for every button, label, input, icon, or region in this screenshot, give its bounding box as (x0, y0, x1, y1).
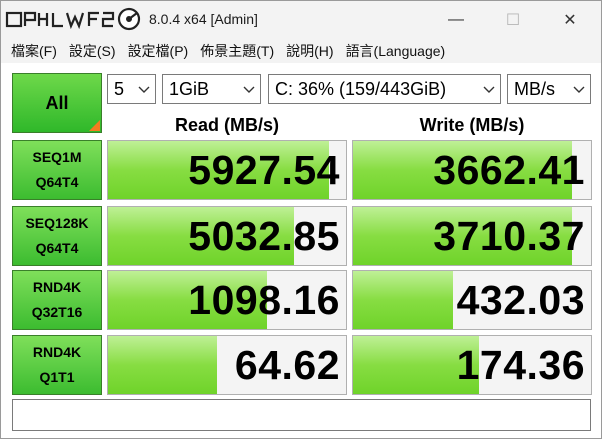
read-result-value: 5032.85 (188, 212, 340, 259)
read-result-value: 1098.16 (188, 276, 340, 323)
maximize-icon: ☐ (505, 12, 521, 29)
app-window: 8.0.4 x64 [Admin] — ☐ ✕ 檔案(F) 設定(S) 設定檔(… (0, 0, 602, 439)
test-size-select[interactable]: 1GiB (162, 74, 261, 104)
seq128k-q64t4-button[interactable]: SEQ128K Q64T4 (12, 206, 102, 266)
minimize-icon: — (448, 11, 464, 28)
row-label-line1: SEQ128K (25, 215, 89, 231)
write-result-value: 3662.41 (433, 146, 585, 193)
app-logo (5, 7, 141, 31)
drive-value: C: 36% (159/443GiB) (275, 78, 447, 99)
test-size-value: 1GiB (169, 78, 210, 99)
write-result-cell: 432.03 (352, 270, 592, 330)
menu-settings[interactable]: 設定(S) (63, 41, 122, 61)
write-result-value: 3710.37 (433, 212, 585, 259)
row-label-line2: Q64T4 (35, 174, 79, 190)
comment-input[interactable] (12, 399, 591, 431)
write-result-cell: 3710.37 (352, 206, 592, 266)
read-result-cell: 1098.16 (107, 270, 347, 330)
row-label-line1: RND4K (32, 279, 82, 295)
close-icon: ✕ (563, 12, 577, 29)
chevron-down-icon (138, 86, 150, 93)
read-column-header: Read (MB/s) (174, 114, 279, 135)
chevron-down-icon (483, 86, 495, 93)
menu-profile[interactable]: 設定檔(P) (122, 41, 195, 61)
corner-marker-icon (89, 120, 100, 131)
seq1m-q64t4-button[interactable]: SEQ1M Q64T4 (12, 140, 102, 200)
menu-file[interactable]: 檔案(F) (5, 41, 63, 61)
menu-theme[interactable]: 佈景主題(T) (194, 41, 280, 61)
drive-select[interactable]: C: 36% (159/443GiB) (268, 74, 501, 104)
read-result-value: 64.62 (234, 341, 340, 388)
test-count-select[interactable]: 5 (107, 74, 156, 104)
benchmark-panel: All 5 1GiB C: 36% (159/443GiB) MB/s Read… (1, 63, 601, 438)
all-button[interactable]: All (12, 73, 102, 133)
unit-value: MB/s (514, 78, 556, 99)
test-count-value: 5 (114, 78, 125, 99)
row-label-line2: Q1T1 (39, 369, 75, 385)
read-result-cell: 5927.54 (107, 140, 347, 200)
read-level-bar (108, 336, 218, 394)
maximize-button[interactable]: ☐ (490, 5, 536, 35)
menu-bar: 檔案(F) 設定(S) 設定檔(P) 佈景主題(T) 說明(H) 語言(Lang… (1, 39, 601, 63)
write-result-value: 174.36 (456, 341, 585, 388)
write-result-cell: 174.36 (352, 335, 592, 395)
title-bar: 8.0.4 x64 [Admin] — ☐ ✕ (1, 1, 601, 39)
write-result-value: 432.03 (456, 276, 585, 323)
read-result-value: 5927.54 (188, 146, 340, 193)
menu-help[interactable]: 說明(H) (280, 41, 339, 61)
read-result-cell: 64.62 (107, 335, 347, 395)
window-title: 8.0.4 x64 [Admin] (149, 11, 258, 27)
row-label-line1: RND4K (32, 344, 82, 360)
rnd4k-q32t16-button[interactable]: RND4K Q32T16 (12, 270, 102, 330)
unit-select[interactable]: MB/s (507, 74, 591, 104)
minimize-button[interactable]: — (433, 5, 479, 35)
menu-language[interactable]: 語言(Language) (340, 41, 452, 61)
row-label-line2: Q64T4 (35, 240, 79, 256)
write-result-cell: 3662.41 (352, 140, 592, 200)
all-button-label: All (45, 92, 69, 113)
row-label-line2: Q32T16 (31, 304, 83, 320)
row-label-line1: SEQ1M (32, 149, 82, 165)
write-level-bar (353, 271, 453, 329)
chevron-down-icon (243, 86, 255, 93)
write-column-header: Write (MB/s) (419, 114, 525, 135)
chevron-down-icon (573, 86, 585, 93)
close-button[interactable]: ✕ (547, 5, 593, 35)
read-result-cell: 5032.85 (107, 206, 347, 266)
rnd4k-q1t1-button[interactable]: RND4K Q1T1 (12, 335, 102, 395)
